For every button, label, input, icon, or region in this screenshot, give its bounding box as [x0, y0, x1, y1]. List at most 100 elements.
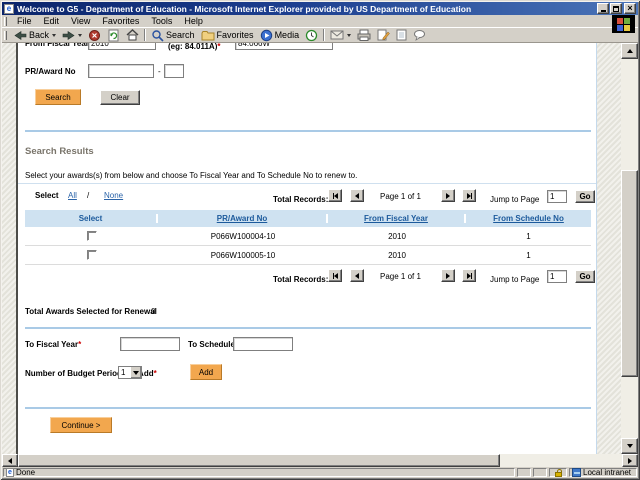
prev-page-button[interactable] [350, 189, 364, 202]
scroll-right-button[interactable] [622, 454, 638, 467]
stop-icon [88, 29, 101, 42]
scroll-down-button[interactable] [621, 438, 638, 454]
vertical-scrollbar[interactable] [621, 43, 638, 454]
scroll-up-button[interactable] [621, 43, 638, 59]
mail-icon [330, 30, 344, 40]
home-button[interactable] [123, 28, 142, 43]
back-icon [14, 30, 27, 41]
menu-help[interactable]: Help [178, 15, 209, 27]
first-page-button[interactable] [328, 189, 342, 202]
header-select: Select [25, 214, 158, 223]
status-bar: e Done Local intranet [2, 467, 638, 478]
stop-button[interactable] [85, 28, 104, 43]
refresh-icon [107, 29, 120, 42]
menu-edit[interactable]: Edit [38, 15, 66, 27]
scroll-right-icon [628, 458, 632, 464]
header-pr-award[interactable]: PR/Award No [158, 214, 328, 223]
security-panel [549, 468, 567, 477]
next-page-button[interactable] [441, 189, 455, 202]
title-bar: e Welcome to G5 - Department of Educatio… [2, 2, 638, 15]
prev-page-icon [355, 193, 359, 199]
toolbar-separator [144, 29, 146, 41]
zone-panel: Local intranet [569, 468, 637, 477]
go-button[interactable]: Go [575, 270, 595, 283]
page-button[interactable] [393, 28, 410, 43]
next-page-icon [446, 273, 450, 279]
header-from-schedule-no[interactable]: From Schedule No [466, 214, 591, 223]
jump-to-page-input[interactable] [547, 270, 567, 283]
last-page-button[interactable] [462, 189, 476, 202]
search-button[interactable]: Search [35, 89, 81, 105]
continue-button[interactable]: Continue > [50, 417, 112, 433]
minimize-button[interactable] [597, 3, 609, 14]
menu-tools[interactable]: Tools [145, 15, 178, 27]
to-fiscal-year-input[interactable] [120, 337, 180, 351]
clear-button[interactable]: Clear [100, 90, 140, 105]
favorites-button[interactable]: Favorites [198, 28, 257, 43]
mail-button[interactable] [327, 28, 354, 43]
go-button[interactable]: Go [575, 190, 595, 203]
forward-button[interactable] [59, 28, 85, 43]
ie-page-icon: e [4, 4, 14, 14]
row-checkbox[interactable] [87, 231, 97, 241]
toolbar-grip[interactable] [4, 31, 7, 40]
select-none-link[interactable]: None [104, 191, 123, 200]
menu-favorites[interactable]: Favorites [96, 15, 145, 27]
page-icon [396, 29, 407, 41]
table-row: P066W100004-10 2010 1 [25, 227, 591, 246]
forward-icon [62, 30, 75, 41]
dropdown-button[interactable] [130, 367, 141, 378]
menu-view[interactable]: View [65, 15, 96, 27]
refresh-button[interactable] [104, 28, 123, 43]
scroll-down-icon [627, 444, 633, 448]
from-fiscal-year-input[interactable] [88, 43, 156, 50]
header-from-fiscal-year[interactable]: From Fiscal Year [328, 214, 466, 223]
jump-to-page-input[interactable] [547, 190, 567, 203]
search-button-toolbar[interactable]: Search [148, 28, 198, 43]
next-page-button[interactable] [441, 269, 455, 282]
restore-button[interactable] [610, 3, 622, 14]
close-button[interactable]: × [624, 3, 636, 14]
menu-grip[interactable] [4, 17, 7, 26]
budget-periods-value: 1 [119, 367, 130, 378]
menu-bar: File Edit View Favorites Tools Help [2, 15, 638, 27]
horizontal-scroll-thumb[interactable] [18, 454, 500, 467]
results-instructions: Select your awards(s) from below and cho… [25, 171, 357, 180]
cell-pr-award: P066W100004-10 [158, 232, 328, 241]
to-fiscal-year-label: To Fiscal Year* [25, 340, 81, 349]
favorites-label: Favorites [217, 30, 254, 40]
cfda-input[interactable] [235, 43, 333, 50]
pr-award-dash: - [158, 67, 161, 76]
edit-button[interactable] [374, 28, 393, 43]
print-icon [357, 29, 371, 41]
discuss-button[interactable] [410, 28, 429, 43]
vertical-scroll-thumb[interactable] [621, 170, 638, 377]
last-page-button[interactable] [462, 269, 476, 282]
back-button[interactable]: Back [11, 28, 59, 43]
print-button[interactable] [354, 28, 374, 43]
add-button[interactable]: Add [190, 364, 222, 380]
windows-logo-icon [612, 15, 635, 33]
row-checkbox[interactable] [87, 250, 97, 260]
history-icon [305, 29, 318, 42]
budget-periods-select[interactable]: 1 [118, 366, 142, 379]
scroll-left-button[interactable] [2, 454, 18, 467]
first-page-button[interactable] [328, 269, 342, 282]
total-records: Total Records: 2 [273, 275, 335, 284]
pr-award-input[interactable] [88, 64, 154, 78]
select-all-link[interactable]: All [68, 191, 77, 200]
lock-icon [555, 472, 562, 477]
pr-award-ext-input[interactable] [164, 64, 184, 78]
menu-file[interactable]: File [11, 15, 38, 27]
page-content: From Fiscal Year* (eg: 84.011A)* PR/Awar… [2, 43, 638, 454]
media-button[interactable]: Media [257, 28, 303, 43]
total-records: Total Records: 2 [273, 195, 335, 204]
cfda-example-label: (eg: 84.011A)* [168, 43, 220, 51]
to-schedule-no-input[interactable] [233, 337, 293, 351]
cell-from-schedule-no: 1 [466, 251, 591, 260]
scroll-left-icon [8, 458, 12, 464]
prev-page-button[interactable] [350, 269, 364, 282]
history-button[interactable] [302, 28, 321, 43]
horizontal-scrollbar[interactable] [2, 454, 638, 467]
status-panel: e Done [3, 468, 515, 477]
